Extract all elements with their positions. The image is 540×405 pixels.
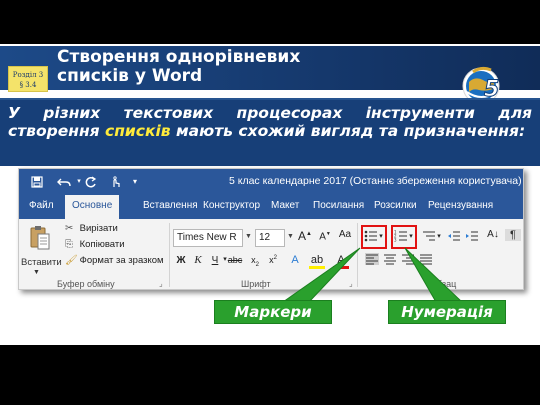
tab-references[interactable]: Посилання bbox=[313, 200, 364, 211]
ribbon-tab-bar: Файл Основне Вставлення Конструктор Маке… bbox=[19, 195, 523, 219]
tab-review[interactable]: Рецензування bbox=[428, 200, 493, 211]
tab-mailings[interactable]: Розсилки bbox=[374, 200, 417, 211]
bullets-callout: Маркери bbox=[214, 300, 332, 324]
copy-icon: ⎘ bbox=[65, 239, 73, 250]
superscript-icon[interactable]: x2 bbox=[265, 255, 281, 265]
bottom-black-band bbox=[0, 345, 540, 405]
cut-label: Вирізати bbox=[79, 223, 118, 234]
brush-icon: 🖌 bbox=[65, 255, 78, 266]
paragraph-group-label: Абзац bbox=[431, 279, 457, 289]
multilevel-list-icon[interactable] bbox=[422, 230, 436, 242]
align-left-icon[interactable] bbox=[365, 253, 379, 265]
numbering-callout: Нумерація bbox=[388, 300, 506, 324]
grow-font-icon[interactable]: A▲ bbox=[297, 229, 313, 243]
numbering-dropdown-icon[interactable]: ▾ bbox=[407, 232, 415, 240]
paste-icon[interactable] bbox=[29, 225, 51, 251]
group-separator bbox=[169, 223, 170, 287]
show-formatting-icon[interactable]: ¶ bbox=[505, 229, 521, 241]
section-badge-paragraph: § 3.4 bbox=[19, 81, 37, 89]
font-size-dropdown-icon[interactable]: ▼ bbox=[287, 233, 294, 240]
save-icon[interactable] bbox=[31, 176, 43, 188]
scissors-icon: ✂ bbox=[65, 223, 74, 234]
top-black-band bbox=[0, 0, 540, 44]
touch-mode-icon[interactable] bbox=[109, 176, 121, 188]
change-case-icon[interactable]: Aa bbox=[337, 229, 353, 240]
bullets-icon[interactable] bbox=[364, 230, 378, 242]
paste-dropdown-icon[interactable]: ▼ bbox=[33, 269, 40, 276]
font-size-combo[interactable]: 12 bbox=[255, 229, 285, 247]
font-group-label: Шрифт bbox=[241, 279, 271, 289]
italic-icon[interactable]: К bbox=[190, 254, 206, 266]
font-name-dropdown-icon[interactable]: ▼ bbox=[245, 233, 252, 240]
paste-button-label[interactable]: Вставити bbox=[21, 257, 62, 268]
shrink-font-icon[interactable]: A▼ bbox=[317, 231, 333, 242]
strikethrough-icon[interactable]: abc bbox=[227, 255, 243, 265]
bold-icon[interactable]: Ж bbox=[173, 255, 189, 266]
customize-qat-icon[interactable]: ▾ bbox=[129, 176, 141, 188]
group-separator bbox=[357, 223, 358, 287]
multilevel-dropdown-icon[interactable]: ▾ bbox=[435, 232, 443, 240]
word-window-screenshot: ▾ ▾ 5 клас календарне 2017 (Останнє збер… bbox=[18, 168, 524, 290]
format-painter-button[interactable]: 🖌 Формат за зразком bbox=[65, 255, 164, 266]
bullets-dropdown-icon[interactable]: ▾ bbox=[377, 232, 385, 240]
font-color-icon[interactable]: A bbox=[333, 254, 349, 269]
slide-title: Створення однорівневих списків у Word bbox=[57, 47, 301, 86]
numbering-icon[interactable]: 1 2 3 bbox=[394, 230, 408, 242]
justify-icon[interactable] bbox=[419, 253, 433, 265]
undo-icon[interactable] bbox=[57, 176, 71, 188]
increase-indent-icon[interactable] bbox=[465, 230, 479, 242]
font-name-combo[interactable]: Times New R bbox=[173, 229, 243, 247]
intro-keyword: списків bbox=[105, 122, 171, 140]
ribbon-home: Вставити ▼ ✂ Вирізати ⎘ Копіювати 🖌 Форм… bbox=[19, 219, 523, 289]
redo-icon[interactable] bbox=[85, 176, 97, 188]
clipboard-launcher-icon[interactable]: ⌟ bbox=[159, 279, 163, 288]
section-badge: Розділ 3 § 3.4 bbox=[8, 66, 48, 92]
word-title-bar: ▾ ▾ 5 клас календарне 2017 (Останнє збер… bbox=[19, 169, 523, 195]
decrease-indent-icon[interactable] bbox=[447, 230, 461, 242]
cut-button[interactable]: ✂ Вирізати bbox=[65, 223, 118, 234]
intro-text-end: мають схожий вигляд та призначення: bbox=[170, 122, 526, 140]
subscript-icon[interactable]: x2 bbox=[247, 255, 263, 268]
align-right-icon[interactable] bbox=[401, 253, 415, 265]
copy-button[interactable]: ⎘ Копіювати bbox=[65, 239, 125, 250]
intro-text: У різних текстових процесорах інструмент… bbox=[8, 104, 532, 140]
undo-dropdown-icon[interactable]: ▾ bbox=[73, 176, 85, 188]
text-effects-icon[interactable]: A bbox=[287, 254, 303, 266]
tab-layout[interactable]: Макет bbox=[271, 200, 299, 211]
clipboard-group-label: Буфер обміну bbox=[57, 279, 115, 289]
highlight-color-icon[interactable]: ab bbox=[309, 254, 325, 269]
tab-home[interactable]: Основне bbox=[65, 195, 120, 219]
tab-file[interactable]: Файл bbox=[29, 200, 54, 211]
tab-insert[interactable]: Вставлення bbox=[143, 200, 198, 211]
slide: Розділ 3 § 3.4 Створення однорівневих сп… bbox=[0, 0, 540, 405]
font-launcher-icon[interactable]: ⌟ bbox=[349, 279, 353, 288]
svg-text:3: 3 bbox=[394, 238, 397, 243]
align-center-icon[interactable] bbox=[383, 253, 397, 265]
document-title: 5 клас календарне 2017 (Останнє збережен… bbox=[229, 175, 523, 187]
sort-icon[interactable]: A↓ bbox=[485, 229, 501, 240]
tab-design[interactable]: Конструктор bbox=[203, 200, 260, 211]
section-badge-chapter: Розділ 3 bbox=[12, 71, 44, 79]
format-painter-label: Формат за зразком bbox=[79, 255, 164, 266]
copy-label: Копіювати bbox=[79, 239, 125, 250]
